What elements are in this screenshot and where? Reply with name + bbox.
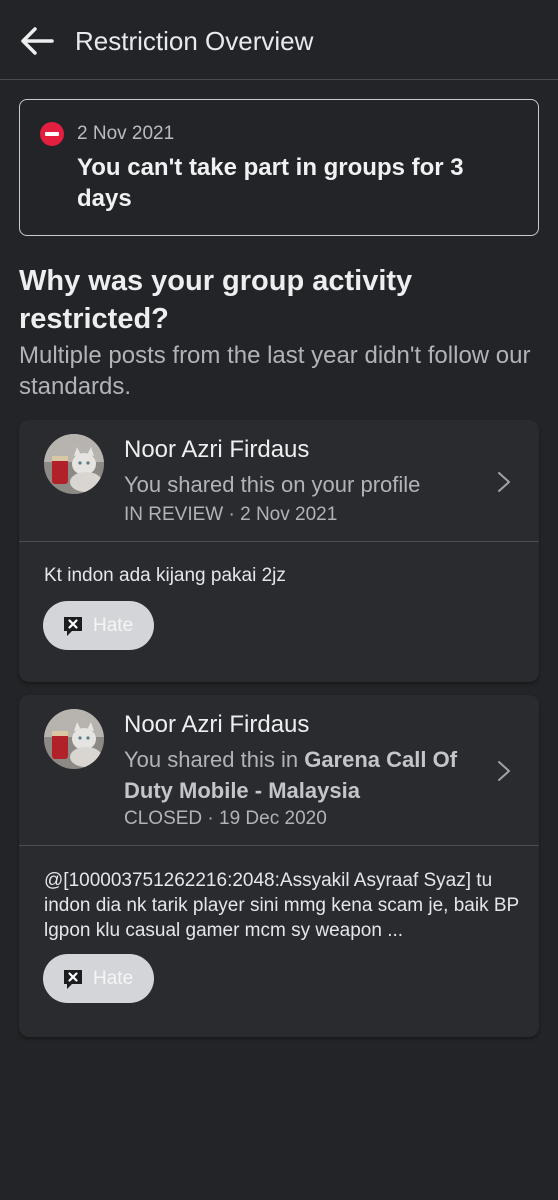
restriction-summary: 2 Nov 2021 You can't take part in groups… bbox=[19, 99, 539, 236]
post-status: IN REVIEW · 2 Nov 2021 bbox=[124, 504, 338, 525]
share-location: You shared this in Garena Call Of Duty M… bbox=[124, 744, 484, 806]
author-name: Noor Azri Firdaus bbox=[124, 436, 310, 463]
post-status: CLOSED · 19 Dec 2020 bbox=[124, 808, 327, 829]
back-arrow-icon bbox=[21, 27, 54, 55]
top-bar: Restriction Overview bbox=[0, 0, 558, 80]
divider bbox=[19, 541, 539, 542]
share-prefix: You shared this in bbox=[124, 747, 305, 772]
page-title: Restriction Overview bbox=[75, 26, 314, 56]
divider bbox=[19, 845, 539, 846]
chevron-right-icon[interactable] bbox=[496, 470, 512, 494]
explanation-heading: Why was your group activity restricted? bbox=[19, 265, 413, 335]
no-entry-icon bbox=[40, 122, 64, 146]
avatar bbox=[44, 434, 104, 494]
post-card: Noor Azri Firdaus You shared this on you… bbox=[19, 420, 539, 682]
chevron-right-icon[interactable] bbox=[496, 759, 512, 783]
hate-tag-label: Hate bbox=[93, 967, 134, 989]
restriction-date: 2 Nov 2021 bbox=[77, 123, 175, 144]
post-card: Noor Azri Firdaus You shared this in Gar… bbox=[19, 695, 539, 1037]
hate-tag-chip[interactable]: Hate bbox=[43, 601, 154, 650]
post-text: Kt indon ada kijang pakai 2jz bbox=[44, 565, 286, 586]
author-name: Noor Azri Firdaus bbox=[124, 711, 310, 738]
speech-bubble-x-icon bbox=[64, 969, 82, 989]
hate-tag-label: Hate bbox=[93, 614, 134, 636]
speech-bubble-x-icon bbox=[64, 616, 82, 636]
back-button[interactable] bbox=[16, 20, 58, 62]
restriction-message: You can't take part in groups for 3 days bbox=[77, 154, 464, 212]
hate-tag-chip[interactable]: Hate bbox=[43, 954, 154, 1003]
avatar bbox=[44, 709, 104, 769]
explanation-description: Multiple posts from the last year didn't… bbox=[19, 342, 531, 400]
post-text: @[100003751262216:2048:Assyakil Asyraaf … bbox=[44, 870, 519, 941]
share-prefix: You shared this on your profile bbox=[124, 472, 421, 497]
share-location: You shared this on your profile bbox=[124, 469, 484, 500]
